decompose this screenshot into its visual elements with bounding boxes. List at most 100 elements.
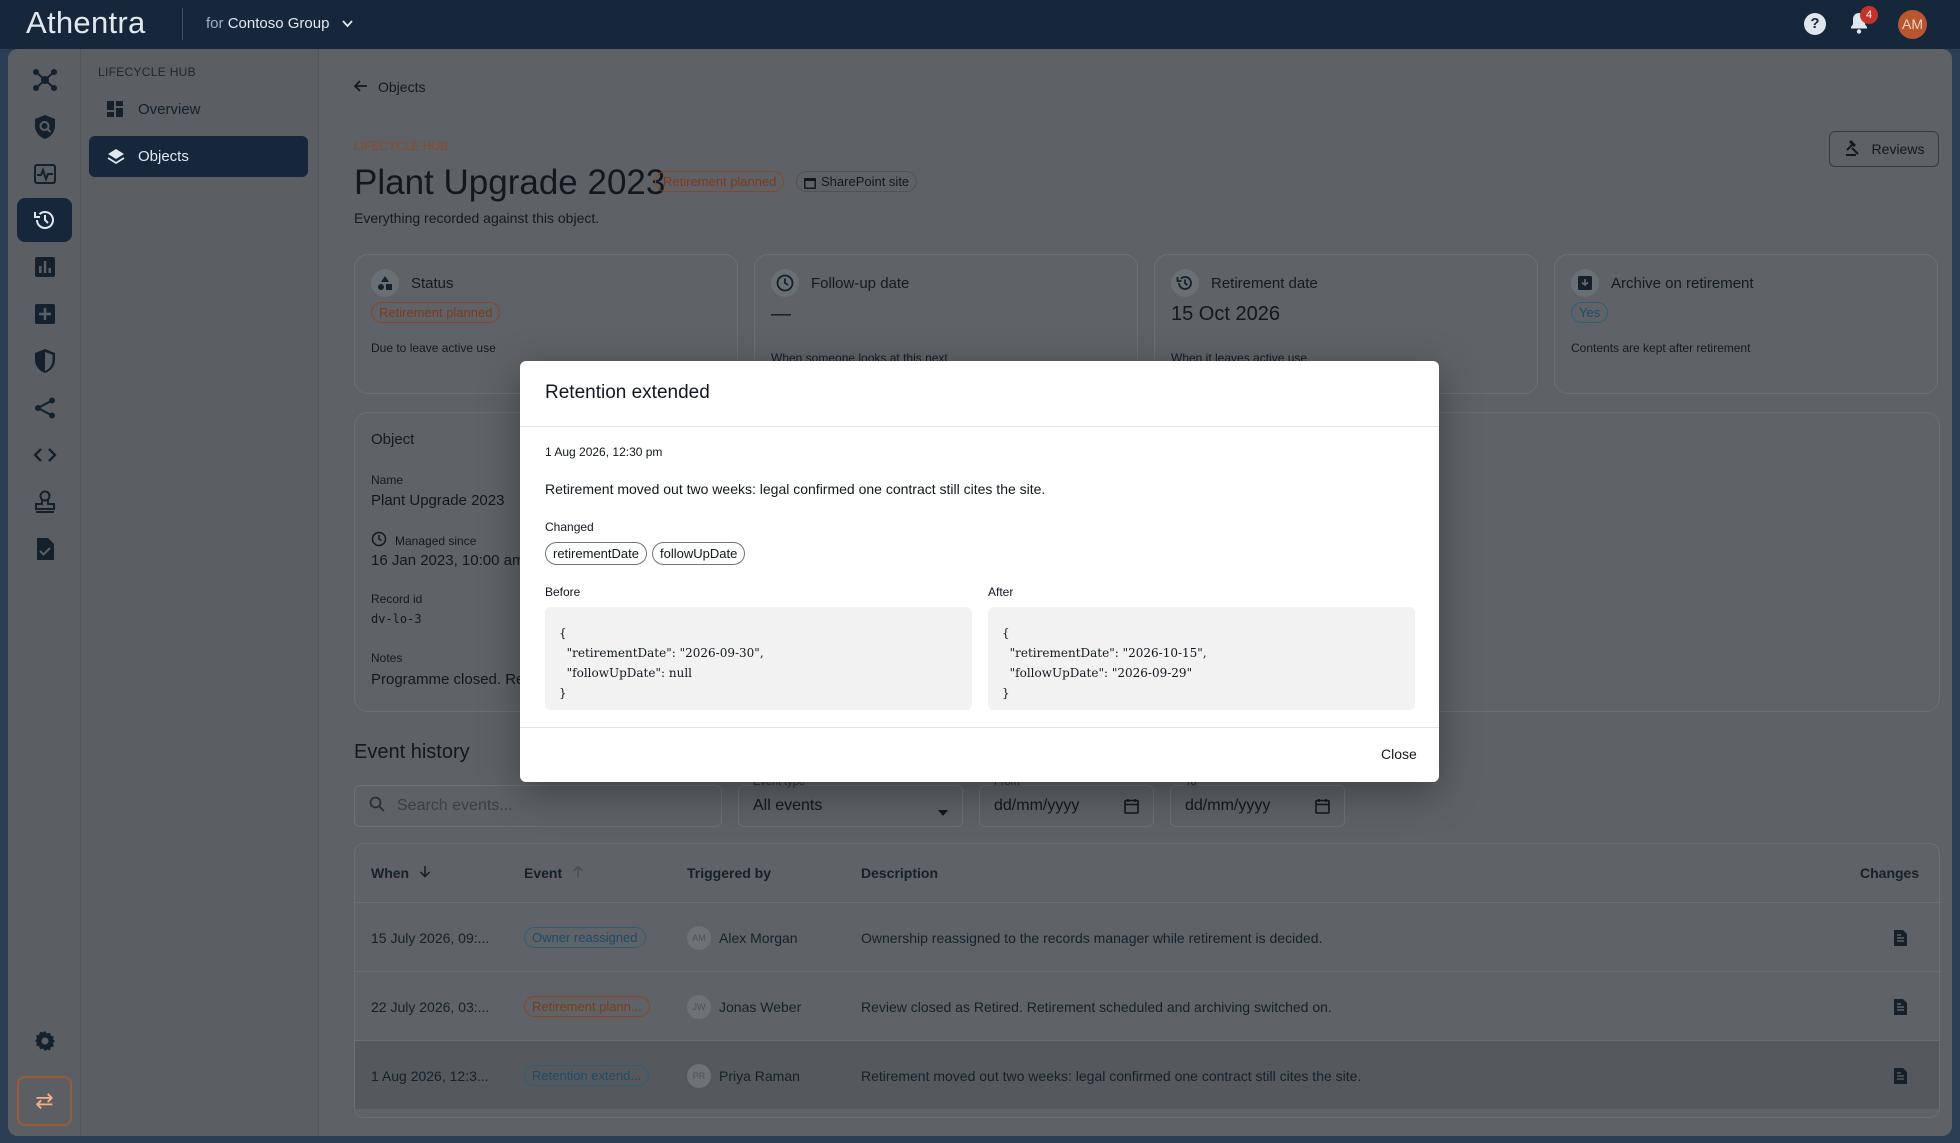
- dashboard-icon: [107, 101, 123, 121]
- status-icon: [371, 269, 399, 297]
- event-type-select[interactable]: Event type All events: [738, 776, 963, 827]
- icon-rail: ⇄: [8, 49, 81, 1136]
- shield-search-icon[interactable]: [17, 105, 72, 149]
- card-title: Status: [411, 275, 454, 292]
- column-label: Event: [524, 865, 563, 881]
- close-button[interactable]: Close: [1381, 746, 1417, 762]
- avatar: AM: [687, 925, 711, 950]
- column-header-description[interactable]: Description: [861, 844, 938, 902]
- changes-icon[interactable]: [1893, 903, 1908, 972]
- history-icon: [1171, 269, 1199, 297]
- card-subtitle: Contents are kept after retirement: [1571, 341, 1751, 355]
- user-name: Jonas Weber: [719, 998, 802, 1015]
- after-label: After: [988, 585, 1014, 599]
- side-nav: LIFECYCLE HUB Overview Objects: [81, 49, 319, 1136]
- card-value: 15 Oct 2026: [1171, 303, 1280, 325]
- cell-triggered-by: JW Jonas Weber: [687, 972, 801, 1041]
- from-date-input[interactable]: From dd/mm/yyyy: [979, 776, 1154, 827]
- record-label: Record id: [371, 592, 423, 606]
- user-name: Alex Morgan: [719, 929, 798, 946]
- avatar: PR: [687, 1063, 711, 1088]
- task-icon[interactable]: [17, 527, 72, 571]
- side-nav-item-objects[interactable]: Objects: [89, 136, 308, 177]
- table-row[interactable]: 22 July 2026, 03:... Retirement plann...…: [355, 971, 1939, 1041]
- swap-icon[interactable]: ⇄: [17, 1076, 72, 1126]
- after-code: { "retirementDate": "2026-10-15", "follo…: [988, 607, 1415, 710]
- activity-icon[interactable]: [17, 152, 72, 196]
- changes-icon[interactable]: [1893, 972, 1908, 1041]
- user-name: Priya Raman: [719, 1067, 800, 1084]
- before-label: Before: [545, 585, 581, 599]
- help-icon[interactable]: ?: [1804, 13, 1826, 35]
- column-header-when[interactable]: When: [371, 844, 431, 902]
- table-row-selected[interactable]: 1 Aug 2026, 12:3... Retention extend... …: [355, 1040, 1939, 1110]
- object-heading: Object: [371, 431, 415, 448]
- name-label: Name: [371, 473, 404, 487]
- to-date-input[interactable]: To dd/mm/yyyy: [1170, 776, 1345, 827]
- arrow-down-icon: [419, 865, 431, 881]
- changed-field-chip: retirementDate: [545, 542, 647, 565]
- event-pill: Owner reassigned: [524, 927, 646, 948]
- gavel-icon: [1844, 139, 1862, 160]
- changes-icon[interactable]: [1893, 1041, 1908, 1110]
- managed-label: Managed since: [395, 533, 477, 548]
- managed-value: 16 Jan 2023, 10:00 am: [371, 552, 525, 569]
- org-prefix: for: [206, 15, 224, 32]
- arrow-left-icon: [353, 79, 368, 95]
- site-icon: [804, 177, 816, 192]
- stamp-icon[interactable]: [17, 480, 72, 524]
- hub-icon[interactable]: [17, 58, 72, 102]
- cell-when: 1 Aug 2026, 12:3...: [371, 1067, 489, 1084]
- card-value: —: [771, 303, 791, 325]
- history-icon[interactable]: [17, 198, 72, 242]
- cell-event: Owner reassigned: [524, 903, 646, 972]
- back-link[interactable]: Objects: [353, 79, 425, 95]
- archive-chip: Yes: [1571, 302, 1609, 323]
- table-row[interactable]: 15 July 2026, 09:... Owner reassigned AM…: [355, 902, 1939, 972]
- search-input[interactable]: Search events...: [354, 785, 722, 827]
- cell-triggered-by: AM Alex Morgan: [687, 903, 798, 972]
- share-icon[interactable]: [17, 386, 72, 430]
- changed-label: Changed: [545, 520, 594, 534]
- caret-down-icon: [938, 803, 948, 821]
- changed-fields: retirementDate followUpDate: [545, 542, 746, 565]
- reviews-button[interactable]: Reviews: [1829, 131, 1939, 167]
- record-value: dv-lo-3: [371, 612, 422, 626]
- column-header-event[interactable]: Event: [524, 844, 584, 902]
- dialog-timestamp: 1 Aug 2026, 12:30 pm: [545, 445, 663, 459]
- code-icon[interactable]: [17, 433, 72, 477]
- calendar-icon[interactable]: [1124, 798, 1139, 819]
- settings-icon[interactable]: [17, 1019, 72, 1063]
- shield-icon[interactable]: [17, 339, 72, 383]
- divider: [520, 727, 1439, 728]
- calendar-icon[interactable]: [1315, 798, 1330, 819]
- side-nav-label: Objects: [138, 148, 189, 165]
- chart-icon[interactable]: [17, 245, 72, 289]
- clock-icon: [771, 269, 799, 297]
- side-nav-item-overview[interactable]: Overview: [89, 89, 308, 130]
- brand-logo[interactable]: Athentra: [26, 5, 146, 41]
- column-header-triggered-by[interactable]: Triggered by: [687, 844, 771, 902]
- user-avatar[interactable]: AM: [1898, 10, 1927, 39]
- name-value: Plant Upgrade 2023: [371, 492, 505, 509]
- cell-triggered-by: PR Priya Raman: [687, 1041, 800, 1110]
- org-switcher[interactable]: for Contoso Group: [206, 15, 353, 32]
- avatar: JW: [687, 994, 711, 1019]
- notes-label: Notes: [371, 651, 403, 665]
- reviews-label: Reviews: [1871, 141, 1925, 157]
- status-chip: Retirement planned: [371, 302, 501, 323]
- card-title: Follow-up date: [811, 275, 910, 292]
- column-header-changes: Changes: [1860, 865, 1920, 881]
- search-icon: [369, 796, 385, 817]
- page-title: Plant Upgrade 2023: [354, 163, 666, 202]
- cell-event: Retention extend...: [524, 1041, 650, 1110]
- add-box-icon[interactable]: [17, 292, 72, 336]
- cell-description: Review closed as Retired. Retirement sch…: [861, 998, 1332, 1015]
- archive-card: Archive on retirement Yes Contents are k…: [1554, 254, 1938, 394]
- search-placeholder: Search events...: [397, 797, 513, 814]
- arrow-up-icon: [572, 865, 584, 881]
- side-nav-label: Overview: [138, 101, 201, 118]
- archive-icon: [1571, 269, 1599, 297]
- notes-value: Programme closed. Retai: [371, 671, 541, 688]
- event-pill: Retirement plann...: [524, 996, 650, 1017]
